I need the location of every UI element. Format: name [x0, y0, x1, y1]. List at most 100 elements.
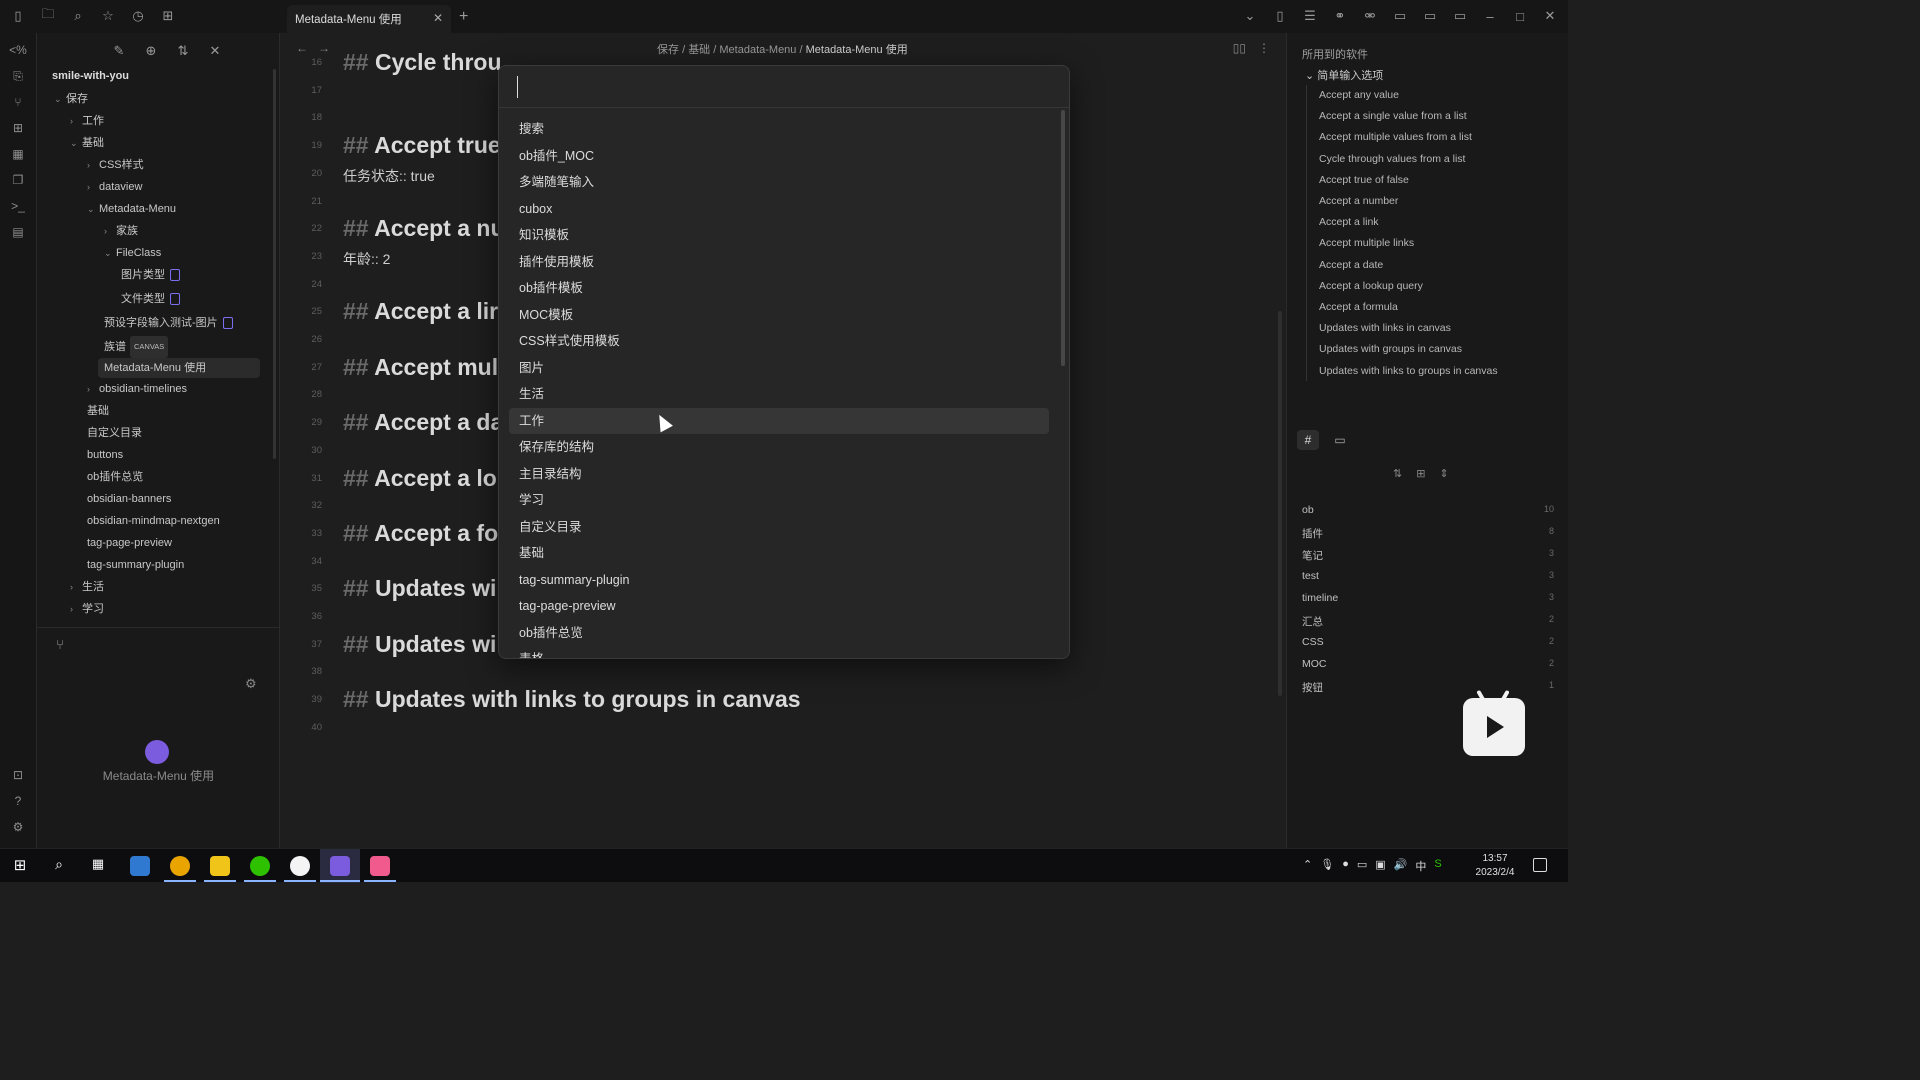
windows-start-icon[interactable]: ⊞ — [10, 856, 30, 876]
switcher-option[interactable]: 基础 — [509, 540, 1049, 567]
switcher-option[interactable]: tag-summary-plugin — [509, 567, 1049, 594]
switcher-option[interactable]: ob插件_MOC — [509, 143, 1049, 170]
markdown-heading[interactable]: ## Updates wi — [343, 631, 496, 658]
network-icon[interactable]: ▣ — [1375, 858, 1385, 874]
tag-row[interactable]: 笔记 3 — [1302, 548, 1554, 563]
new-tab-icon[interactable]: + — [459, 8, 468, 26]
file-explorer-icon[interactable] — [210, 856, 230, 876]
switcher-option[interactable]: 图片 — [509, 355, 1049, 382]
local-graph-icon[interactable]: ⑂ — [50, 634, 70, 654]
tree-file-active[interactable]: Metadata-Menu 使用 — [98, 358, 260, 378]
search-icon[interactable]: ⌕ — [68, 6, 88, 26]
close-icon[interactable]: ✕ — [433, 11, 443, 25]
switcher-option[interactable]: CSS样式使用模板 — [509, 328, 1049, 355]
switcher-option[interactable]: 表格 — [509, 646, 1049, 658]
quick-switch-icon[interactable]: ⎘ — [9, 69, 27, 87]
switcher-option-selected[interactable]: 工作 — [509, 407, 1049, 434]
vault-name[interactable]: smile-with-you — [52, 70, 129, 82]
video-play-icon[interactable] — [1463, 689, 1525, 756]
tree-folder[interactable]: ⌄ 基础 — [70, 133, 104, 153]
task-view-icon[interactable]: ▦ — [88, 856, 108, 876]
new-folder-icon[interactable]: ⊕ — [141, 41, 161, 61]
markdown-heading[interactable]: ## Cycle throu — [343, 49, 502, 76]
gear-icon[interactable]: ⚙ — [245, 676, 257, 692]
tree-file[interactable]: buttons — [87, 445, 123, 465]
switcher-option[interactable]: 插件使用模板 — [509, 249, 1049, 276]
file-icon-2[interactable]: ▭ — [1420, 6, 1440, 26]
minimize-icon[interactable]: – — [1480, 6, 1500, 26]
outline-item[interactable]: Accept a number — [1319, 195, 1398, 207]
outline-heading-2[interactable]: ⌄ 简单输入选项 — [1305, 67, 1383, 83]
graph-node[interactable] — [145, 740, 169, 764]
graph-icon[interactable]: ⑂ — [9, 95, 27, 113]
tree-folder[interactable]: › obsidian-timelines — [87, 379, 187, 399]
tab-active[interactable]: Metadata-Menu 使用 ✕ — [287, 5, 451, 33]
obsidian-icon[interactable] — [330, 856, 350, 876]
sogou-icon[interactable]: S — [1434, 858, 1441, 874]
markdown-heading[interactable]: ## Updates wi — [343, 575, 496, 602]
switcher-option[interactable]: ob插件模板 — [509, 275, 1049, 302]
link-icon[interactable]: ⚭ — [1330, 6, 1350, 26]
outline-item[interactable]: Updates with groups in canvas — [1319, 343, 1462, 355]
battery-icon[interactable]: ▭ — [1357, 858, 1367, 874]
switcher-option[interactable]: 保存库的结构 — [509, 434, 1049, 461]
template-icon[interactable]: ▤ — [9, 225, 27, 243]
outline-item[interactable]: Accept true of false — [1319, 174, 1409, 186]
markdown-heading[interactable]: ## Accept a lo — [343, 465, 497, 492]
markdown-heading[interactable]: ## Accept a lir — [343, 298, 498, 325]
microphone-icon[interactable]: 🎙 — [1320, 858, 1334, 874]
tree-folder[interactable]: › 生活 — [70, 577, 104, 597]
markdown-paragraph[interactable]: 任务状态:: true — [343, 166, 435, 186]
outline-item[interactable]: Accept a formula — [1319, 301, 1398, 313]
file-icon[interactable]: ▭ — [1390, 6, 1410, 26]
app-icon[interactable] — [290, 856, 310, 876]
tree-icon[interactable]: ⊞ — [158, 6, 178, 26]
chrome-icon[interactable] — [170, 856, 190, 876]
editor-scrollbar[interactable] — [1278, 311, 1282, 696]
markdown-paragraph[interactable]: 年龄:: 2 — [343, 249, 390, 269]
markdown-heading[interactable]: ## Accept a nu — [343, 215, 505, 242]
outline-item[interactable]: Accept multiple links — [1319, 237, 1414, 249]
tree-folder[interactable]: › 家族 — [104, 221, 138, 241]
switcher-option[interactable]: 生活 — [509, 381, 1049, 408]
chevron-up-icon[interactable]: ⌃ — [1303, 858, 1312, 874]
tag-row[interactable]: 汇总 2 — [1302, 614, 1554, 629]
tree-folder[interactable]: › 学习 — [70, 599, 104, 619]
file-icon-3[interactable]: ▭ — [1450, 6, 1470, 26]
outline-item[interactable]: Accept any value — [1319, 89, 1399, 101]
outline-item[interactable]: Updates with links in canvas — [1319, 322, 1451, 334]
wechat-icon[interactable] — [250, 856, 270, 876]
markdown-heading[interactable]: ## Accept a fo — [343, 520, 498, 547]
tag-row[interactable]: MOC 2 — [1302, 658, 1554, 670]
file-icon[interactable]: ▭ — [1329, 430, 1351, 450]
markdown-heading[interactable]: ## Accept true — [343, 132, 501, 159]
quick-switcher-input[interactable] — [517, 76, 1037, 98]
help-icon[interactable]: ? — [9, 794, 27, 812]
explorer-scrollbar[interactable] — [273, 69, 276, 459]
chevron-down-icon[interactable]: ⌄ — [1240, 6, 1260, 26]
tree-file[interactable]: 文件类型 — [121, 289, 180, 309]
mail-app-icon[interactable] — [130, 856, 150, 876]
collapse-icon[interactable]: ✕ — [205, 41, 225, 61]
app-icon-pink[interactable] — [370, 856, 390, 876]
settings-icon[interactable]: ⚙ — [9, 820, 27, 838]
tag-row[interactable]: timeline 3 — [1302, 592, 1554, 604]
sidebar-toggle-icon[interactable]: ▯ — [8, 6, 28, 26]
switcher-option[interactable]: MOC模板 — [509, 302, 1049, 329]
tree-folder[interactable]: › dataview — [87, 177, 142, 197]
outline-heading-1[interactable]: 所用到的软件 — [1302, 46, 1368, 62]
code-icon[interactable]: <% — [9, 43, 27, 61]
maximize-icon[interactable]: □ — [1510, 6, 1530, 26]
switcher-option[interactable]: 搜索 — [509, 116, 1049, 143]
switcher-option[interactable]: 自定义目录 — [509, 514, 1049, 541]
sort-icon[interactable]: ⇅ — [173, 41, 193, 61]
vault-icon[interactable]: ⊡ — [9, 768, 27, 786]
outline-item[interactable]: Accept a single value from a list — [1319, 110, 1467, 122]
tree-file[interactable]: 族谱 CANVAS — [104, 336, 169, 358]
outline-item[interactable]: Accept a date — [1319, 259, 1383, 271]
switcher-option[interactable]: ob插件总览 — [509, 620, 1049, 647]
tree-file[interactable]: 图片类型 — [121, 265, 180, 285]
star-icon[interactable]: ☆ — [98, 6, 118, 26]
clock-icon[interactable]: ◷ — [128, 6, 148, 26]
unlink-icon[interactable]: ⚮ — [1360, 6, 1380, 26]
